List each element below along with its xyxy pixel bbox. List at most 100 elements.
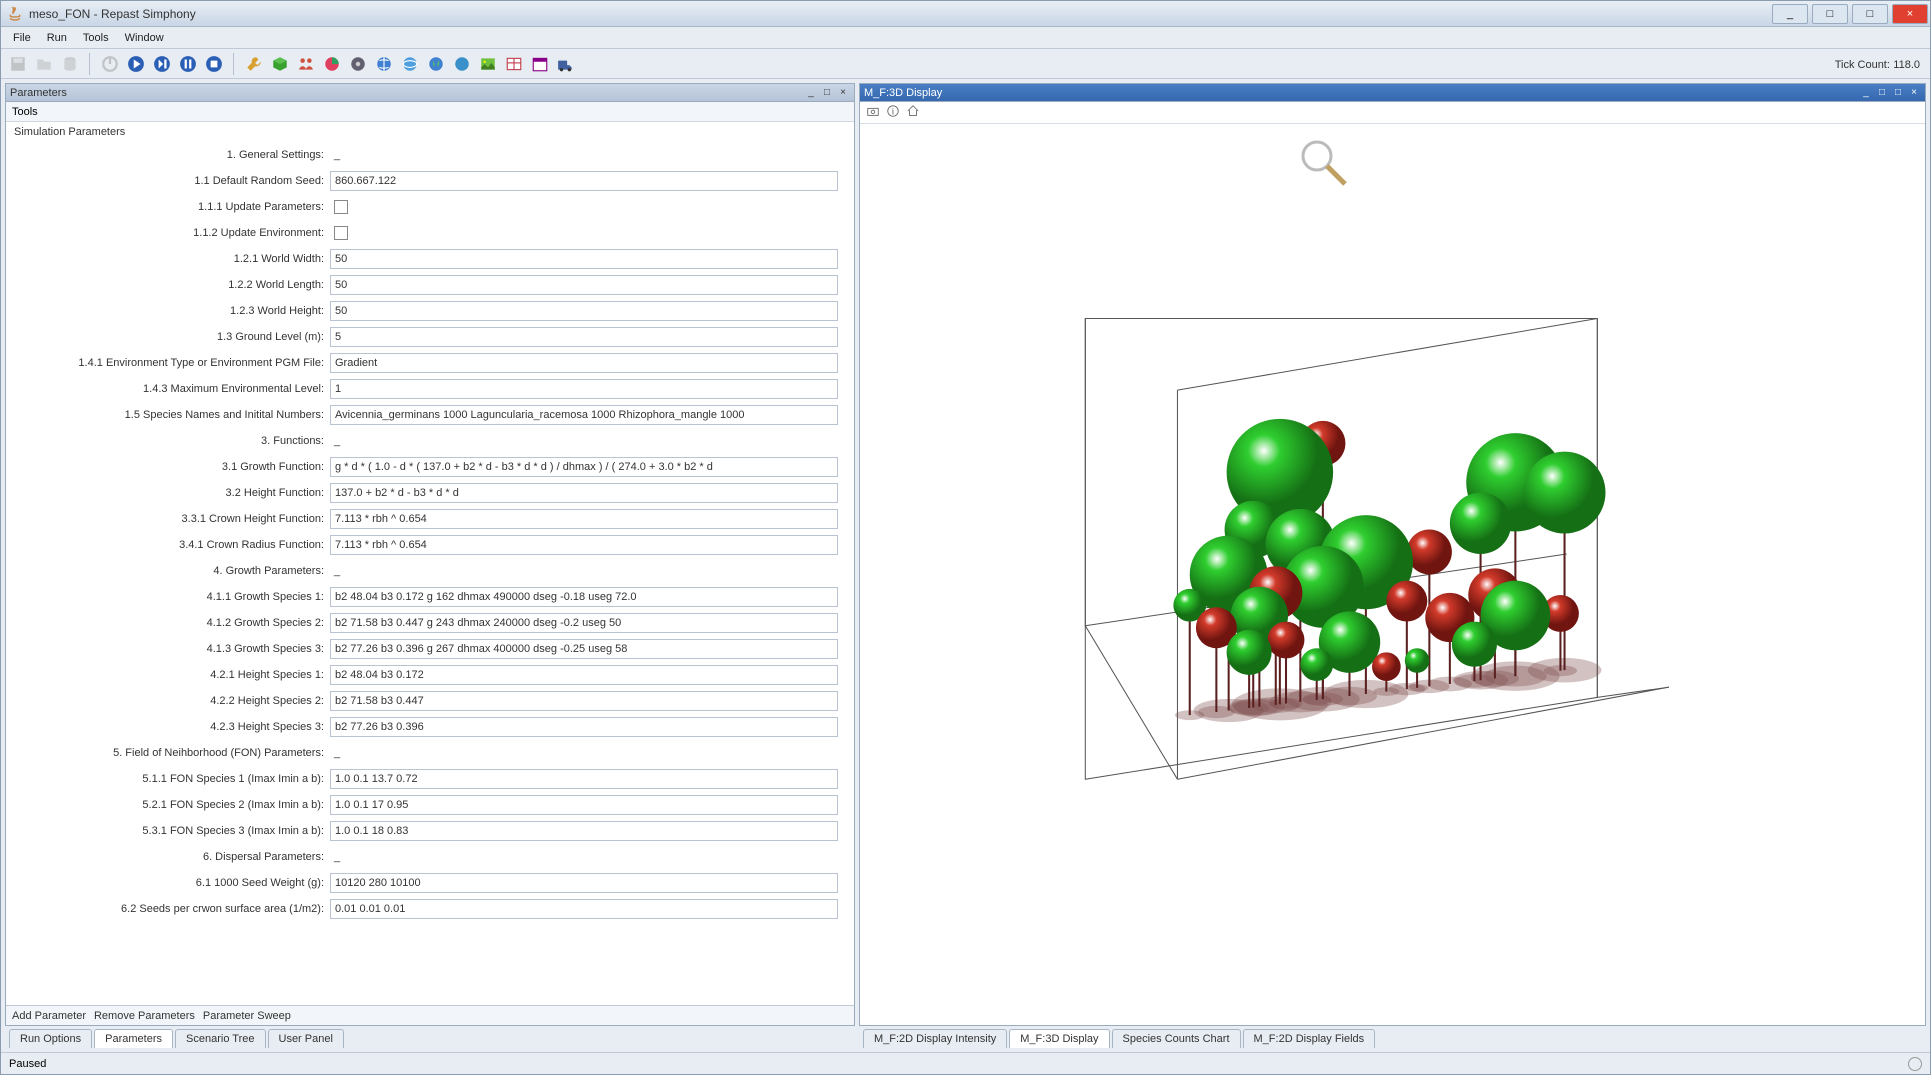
menu-tools[interactable]: Tools <box>75 30 117 46</box>
minimize-button[interactable]: _ <box>1772 4 1808 24</box>
param-label: 1.1.2 Update Environment: <box>6 227 330 239</box>
param-input[interactable] <box>330 509 838 529</box>
tool-cube-icon[interactable] <box>269 53 291 75</box>
menu-file[interactable]: File <box>5 30 39 46</box>
tool-globe1-icon[interactable] <box>373 53 395 75</box>
display-canvas[interactable] <box>860 124 1925 1025</box>
parameters-tools-row[interactable]: Tools <box>6 102 854 122</box>
param-input[interactable] <box>330 769 838 789</box>
param-row: 3.4.1 Crown Radius Function: <box>6 532 854 558</box>
display-minimize-icon[interactable]: _ <box>1859 86 1873 100</box>
tool-globe3-icon[interactable] <box>425 53 447 75</box>
panel-close-icon[interactable]: × <box>836 86 850 100</box>
param-input[interactable] <box>330 613 838 633</box>
param-checkbox[interactable] <box>334 226 348 240</box>
stop-button[interactable] <box>203 53 225 75</box>
tool-image-icon[interactable] <box>477 53 499 75</box>
param-static-value: _ <box>330 149 340 161</box>
param-input[interactable] <box>330 873 838 893</box>
param-input[interactable] <box>330 821 838 841</box>
tool-users-icon[interactable] <box>295 53 317 75</box>
param-input[interactable] <box>330 587 838 607</box>
database-icon[interactable] <box>59 53 81 75</box>
param-input[interactable] <box>330 483 838 503</box>
tick-count: Tick Count: 118.0 <box>1835 57 1920 71</box>
param-input[interactable] <box>330 795 838 815</box>
display-maximize-icon[interactable]: □ <box>1891 86 1905 100</box>
left-tabs: Run Options Parameters Scenario Tree Use… <box>5 1026 855 1048</box>
param-label: 5. Field of Neihborhood (FON) Parameters… <box>6 747 330 759</box>
param-checkbox[interactable] <box>334 200 348 214</box>
tab-run-options[interactable]: Run Options <box>9 1029 92 1048</box>
tab-species-chart[interactable]: Species Counts Chart <box>1112 1029 1241 1048</box>
tool-pie-icon[interactable] <box>321 53 343 75</box>
tab-2d-fields[interactable]: M_F:2D Display Fields <box>1243 1029 1376 1048</box>
camera-icon[interactable] <box>866 104 880 121</box>
tool-calendar-icon[interactable] <box>529 53 551 75</box>
param-input[interactable] <box>330 275 838 295</box>
play-button[interactable] <box>125 53 147 75</box>
param-input[interactable] <box>330 535 838 555</box>
tool-globe4-icon[interactable] <box>451 53 473 75</box>
parameter-sweep-link[interactable]: Parameter Sweep <box>203 1010 291 1022</box>
svg-text:i: i <box>892 107 894 118</box>
param-input[interactable] <box>330 353 838 373</box>
display-close-icon[interactable]: × <box>1907 86 1921 100</box>
tab-user-panel[interactable]: User Panel <box>268 1029 344 1048</box>
tab-3d-display[interactable]: M_F:3D Display <box>1009 1029 1109 1048</box>
param-row: 1.1.2 Update Environment: <box>6 220 854 246</box>
param-input[interactable] <box>330 665 838 685</box>
info-icon[interactable]: i <box>886 104 900 121</box>
tool-truck-icon[interactable] <box>555 53 577 75</box>
maximize-button[interactable]: □ <box>1852 4 1888 24</box>
param-input[interactable] <box>330 171 838 191</box>
pause-button[interactable] <box>177 53 199 75</box>
param-row: 5.3.1 FON Species 3 (Imax Imin a b): <box>6 818 854 844</box>
tool-record-icon[interactable] <box>347 53 369 75</box>
param-row: 1.2.2 World Length: <box>6 272 854 298</box>
param-row: 4. Growth Parameters:_ <box>6 558 854 584</box>
tool-wrench-icon[interactable] <box>243 53 265 75</box>
tool-globe2-icon[interactable] <box>399 53 421 75</box>
menu-window[interactable]: Window <box>117 30 172 46</box>
folder-icon[interactable] <box>33 53 55 75</box>
param-input[interactable] <box>330 691 838 711</box>
display-restore-icon[interactable]: □ <box>1875 86 1889 100</box>
tab-parameters[interactable]: Parameters <box>94 1029 173 1048</box>
param-label: 5.1.1 FON Species 1 (Imax Imin a b): <box>6 773 330 785</box>
param-input[interactable] <box>330 249 838 269</box>
menubar: File Run Tools Window <box>1 27 1930 49</box>
tab-scenario-tree[interactable]: Scenario Tree <box>175 1029 265 1048</box>
parameters-bottom-links: Add Parameter Remove Parameters Paramete… <box>6 1005 854 1025</box>
param-input[interactable] <box>330 379 838 399</box>
panel-maximize-icon[interactable]: □ <box>820 86 834 100</box>
param-label: 3.3.1 Crown Height Function: <box>6 513 330 525</box>
param-input[interactable] <box>330 717 838 737</box>
param-input[interactable] <box>330 639 838 659</box>
param-input[interactable] <box>330 301 838 321</box>
status-text: Paused <box>9 1058 46 1070</box>
close-button[interactable]: × <box>1892 4 1928 24</box>
home-icon[interactable] <box>906 104 920 121</box>
param-row: 4.1.3 Growth Species 3: <box>6 636 854 662</box>
menu-run[interactable]: Run <box>39 30 75 46</box>
param-input[interactable] <box>330 327 838 347</box>
step-button[interactable] <box>151 53 173 75</box>
param-input[interactable] <box>330 405 838 425</box>
panel-minimize-icon[interactable]: _ <box>804 86 818 100</box>
status-indicator-icon <box>1908 1057 1922 1071</box>
save-icon[interactable] <box>7 53 29 75</box>
add-parameter-link[interactable]: Add Parameter <box>12 1010 86 1022</box>
power-icon[interactable] <box>99 53 121 75</box>
restore-button[interactable]: □ <box>1812 4 1848 24</box>
param-row: 1.4.1 Environment Type or Environment PG… <box>6 350 854 376</box>
scene-3d <box>860 124 1925 1025</box>
tab-2d-intensity[interactable]: M_F:2D Display Intensity <box>863 1029 1007 1048</box>
remove-parameters-link[interactable]: Remove Parameters <box>94 1010 195 1022</box>
param-label: 5.3.1 FON Species 3 (Imax Imin a b): <box>6 825 330 837</box>
param-input[interactable] <box>330 457 838 477</box>
right-tabs: M_F:2D Display Intensity M_F:3D Display … <box>859 1026 1926 1048</box>
tool-table-icon[interactable] <box>503 53 525 75</box>
param-row: 1.4.3 Maximum Environmental Level: <box>6 376 854 402</box>
param-input[interactable] <box>330 899 838 919</box>
